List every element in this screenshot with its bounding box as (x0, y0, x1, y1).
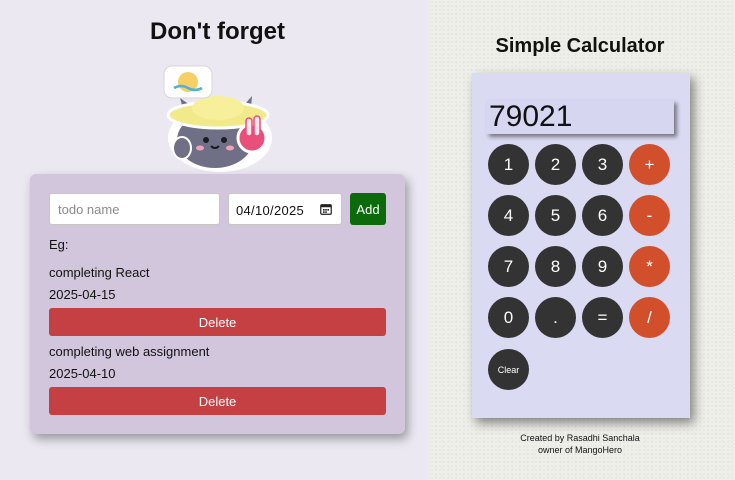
key-9[interactable]: 9 (582, 246, 623, 287)
cat-mascot-sticker (163, 65, 272, 172)
delete-button[interactable]: Delete (49, 308, 386, 336)
todo-item-date: 2025-04-10 (49, 366, 116, 381)
key-2[interactable]: 2 (535, 144, 576, 185)
calculator-body: 1 2 3 + 4 5 6 - 7 8 9 * 0 . = / Clear (472, 73, 690, 418)
todo-name-input[interactable] (49, 193, 220, 225)
key-7[interactable]: 7 (488, 246, 529, 287)
key-4[interactable]: 4 (488, 195, 529, 236)
key-1[interactable]: 1 (488, 144, 529, 185)
key-5[interactable]: 5 (535, 195, 576, 236)
date-value: 04/10/2025 (236, 203, 305, 218)
todo-panel: Don't forget 04/10/2025 (0, 0, 430, 480)
delete-button[interactable]: Delete (49, 387, 386, 415)
key-0[interactable]: 0 (488, 297, 529, 338)
credit-line-owner: owner of MangoHero (537, 445, 623, 455)
example-label: Eg: (49, 237, 69, 252)
key-decimal[interactable]: . (535, 297, 576, 338)
todo-item-name: completing React (49, 265, 150, 280)
key-3[interactable]: 3 (582, 144, 623, 185)
todo-item-date: 2025-04-15 (49, 287, 116, 302)
key-divide[interactable]: / (629, 297, 670, 338)
calculator-title: Simple Calculator (495, 35, 665, 57)
key-plus[interactable]: + (629, 144, 670, 185)
calculator-panel: Simple Calculator 1 2 3 + 4 5 6 - 7 8 9 … (430, 0, 735, 480)
credit-text: Created by Rasadhi Sanchala owner of Man… (430, 432, 730, 456)
add-button[interactable]: Add (350, 193, 386, 225)
key-minus[interactable]: - (629, 195, 670, 236)
clear-button[interactable]: Clear (488, 349, 529, 390)
calendar-icon[interactable] (320, 203, 332, 215)
credit-line-author: Created by Rasadhi Sanchala (520, 433, 640, 443)
calculator-display[interactable] (486, 100, 674, 134)
todo-item-name: completing web assignment (49, 344, 210, 359)
todo-title: Don't forget (149, 18, 285, 45)
key-8[interactable]: 8 (535, 246, 576, 287)
key-multiply[interactable]: * (629, 246, 670, 287)
key-equals[interactable]: = (582, 297, 623, 338)
key-6[interactable]: 6 (582, 195, 623, 236)
date-input[interactable]: 04/10/2025 (228, 193, 342, 225)
todo-card: 04/10/2025 Add Eg: completing React 2025… (30, 174, 405, 434)
